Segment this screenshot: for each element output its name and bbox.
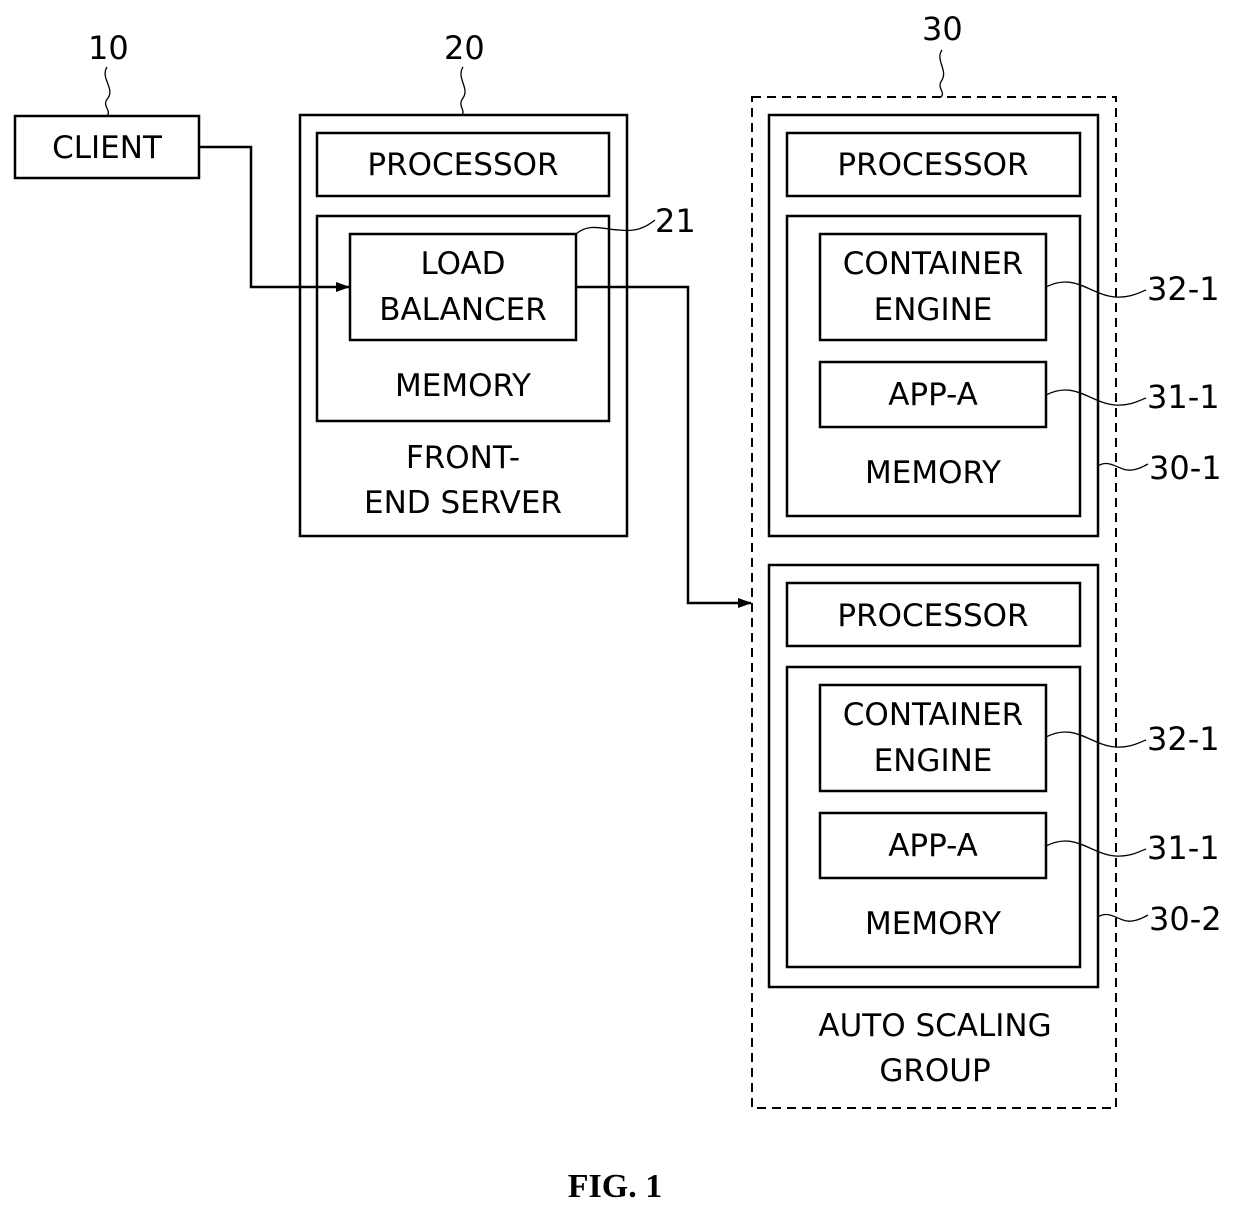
auto-scaling-group: 30 PROCESSOR CONTAINER ENGINE 32-1 APP-A… bbox=[751, 10, 1222, 1109]
server-30-1: PROCESSOR CONTAINER ENGINE 32-1 APP-A 31… bbox=[767, 113, 1222, 538]
memory-label: MEMORY bbox=[865, 906, 1001, 942]
auto-scaling-group-label-line2: GROUP bbox=[879, 1053, 990, 1089]
server-leader-line bbox=[1097, 462, 1149, 471]
container-engine-leader-line bbox=[1045, 731, 1147, 748]
front-end-server-label-line2: END SERVER bbox=[364, 485, 562, 521]
app-ref: 31-1 bbox=[1147, 378, 1220, 416]
load-balancer-label-line1: LOAD bbox=[420, 246, 505, 282]
container-engine-label-line1: CONTAINER bbox=[843, 697, 1023, 733]
front-end-processor-label: PROCESSOR bbox=[367, 147, 558, 183]
client-node: 10 CLIENT bbox=[13, 29, 201, 180]
server-30-2: PROCESSOR CONTAINER ENGINE 32-1 APP-A 31… bbox=[767, 563, 1222, 989]
processor-label: PROCESSOR bbox=[837, 598, 1028, 634]
app-leader-line bbox=[1045, 389, 1147, 406]
app-leader-line bbox=[1045, 840, 1147, 857]
front-end-server-ref: 20 bbox=[444, 29, 485, 67]
processor-label: PROCESSOR bbox=[837, 147, 1028, 183]
container-engine-label-line2: ENGINE bbox=[874, 743, 993, 779]
load-balancer-label-line2: BALANCER bbox=[379, 292, 547, 328]
auto-scaling-group-ref: 30 bbox=[922, 10, 963, 48]
system-diagram: 10 CLIENT 20 PROCESSOR LOAD BALANCER 21 … bbox=[13, 10, 1222, 1205]
app-ref: 31-1 bbox=[1147, 829, 1220, 867]
container-engine-label-line1: CONTAINER bbox=[843, 246, 1023, 282]
client-leader-line bbox=[104, 66, 111, 117]
container-engine-leader-line bbox=[1045, 281, 1147, 298]
container-engine-label-line2: ENGINE bbox=[874, 292, 993, 328]
auto-scaling-group-label-line1: AUTO SCALING bbox=[818, 1008, 1051, 1044]
app-label: APP-A bbox=[888, 828, 978, 864]
load-balancer-to-auto-scaling-group-arrow bbox=[576, 285, 752, 608]
load-balancer-ref: 21 bbox=[655, 202, 696, 240]
client-ref: 10 bbox=[88, 29, 129, 67]
figure-caption: FIG. 1 bbox=[568, 1168, 662, 1205]
client-label: CLIENT bbox=[52, 130, 163, 166]
front-end-server-leader-line bbox=[460, 66, 466, 116]
container-engine-ref: 32-1 bbox=[1147, 270, 1220, 308]
memory-label: MEMORY bbox=[865, 455, 1001, 491]
load-balancer-leader-line bbox=[575, 219, 656, 235]
app-label: APP-A bbox=[888, 377, 978, 413]
server-leader-line bbox=[1097, 913, 1149, 922]
container-engine-ref: 32-1 bbox=[1147, 720, 1220, 758]
front-end-memory-label: MEMORY bbox=[395, 368, 531, 404]
front-end-server: 20 PROCESSOR LOAD BALANCER 21 MEMORY FRO… bbox=[298, 29, 696, 538]
auto-scaling-group-leader-line bbox=[939, 49, 945, 98]
server-ref: 30-2 bbox=[1149, 900, 1222, 938]
server-ref: 30-1 bbox=[1149, 449, 1222, 487]
front-end-server-label-line1: FRONT- bbox=[406, 440, 520, 476]
